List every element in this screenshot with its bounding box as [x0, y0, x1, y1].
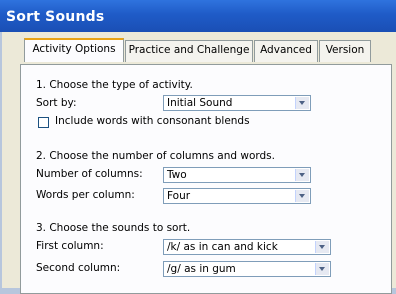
window-title: Sort Sounds — [6, 9, 105, 25]
first-column-value: /k/ as in can and kick — [167, 241, 278, 253]
sort-by-label: Sort by: — [36, 97, 77, 109]
columns-label: Number of columns: — [36, 168, 143, 180]
second-column-value: /g/ as in gum — [167, 263, 236, 275]
second-column-label: Second column: — [36, 262, 121, 274]
chevron-down-icon[interactable] — [315, 241, 329, 253]
words-per-column-value: Four — [167, 190, 191, 202]
chevron-down-icon[interactable] — [295, 169, 309, 181]
first-column-select[interactable]: /k/ as in can and kick — [163, 239, 331, 255]
sort-by-value: Initial Sound — [167, 97, 233, 109]
tab-label: Practice and Challenge — [128, 44, 250, 56]
columns-value: Two — [167, 169, 187, 181]
words-per-column-select[interactable]: Four — [163, 188, 311, 204]
section3-heading: 3. Choose the sounds to sort. — [36, 222, 191, 234]
tab-label: Version — [325, 44, 365, 56]
dialog-body: Activity Options Practice and Challenge … — [0, 32, 396, 294]
tab-advanced[interactable]: Advanced — [254, 40, 318, 62]
consonant-blends-checkbox[interactable] — [38, 117, 49, 128]
section2-heading: 2. Choose the number of columns and word… — [36, 150, 275, 162]
tab-label: Advanced — [260, 44, 312, 56]
section1-heading: 1. Choose the type of activity. — [36, 79, 193, 91]
sort-by-select[interactable]: Initial Sound — [163, 95, 311, 111]
tab-practice-and-challenge[interactable]: Practice and Challenge — [125, 40, 253, 62]
chevron-down-icon[interactable] — [295, 97, 309, 109]
tab-version[interactable]: Version — [319, 40, 371, 62]
first-column-label: First column: — [36, 240, 104, 252]
consonant-blends-label: Include words with consonant blends — [55, 115, 250, 127]
tab-activity-options[interactable]: Activity Options — [24, 38, 124, 62]
activity-options-panel: 1. Choose the type of activity. Sort by:… — [20, 64, 392, 294]
second-column-select[interactable]: /g/ as in gum — [163, 261, 331, 277]
chevron-down-icon[interactable] — [295, 190, 309, 202]
window-title-bar[interactable]: Sort Sounds — [0, 0, 396, 32]
words-per-column-label: Words per column: — [36, 189, 135, 201]
columns-select[interactable]: Two — [163, 167, 311, 183]
tab-label: Activity Options — [32, 43, 116, 55]
chevron-down-icon[interactable] — [315, 263, 329, 275]
